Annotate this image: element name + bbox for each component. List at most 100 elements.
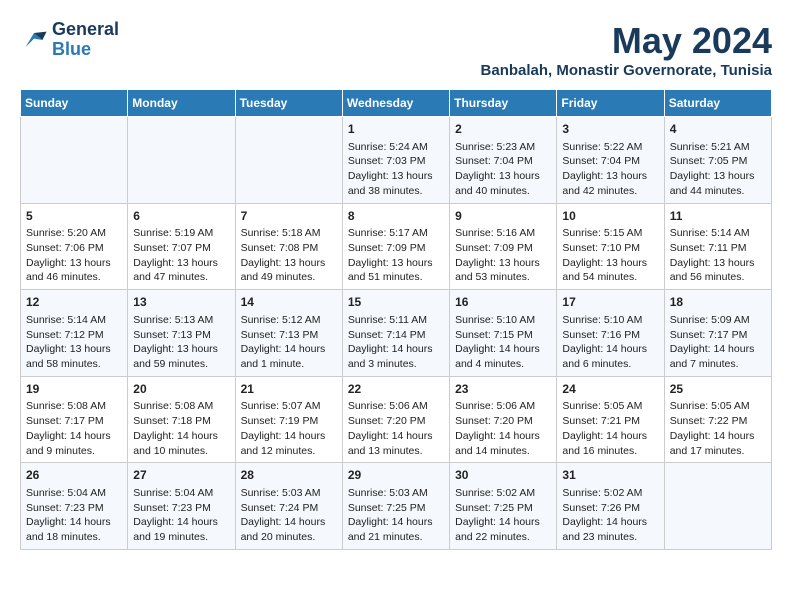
calendar-cell: 25Sunrise: 5:05 AMSunset: 7:22 PMDayligh… xyxy=(664,376,771,463)
day-info: Sunrise: 5:05 AMSunset: 7:21 PMDaylight:… xyxy=(562,399,658,458)
day-number: 16 xyxy=(455,294,551,311)
calendar-cell: 12 Sunrise: 5:14 AMSunset: 7:12 PMDayligh… xyxy=(21,290,128,377)
month-title: May 2024 xyxy=(481,20,772,62)
day-info: Sunrise: 5:11 AMSunset: 7:14 PMDaylight:… xyxy=(348,313,444,372)
day-info: Sunrise: 5:07 AMSunset: 7:19 PMDaylight:… xyxy=(241,399,337,458)
day-number: 24 xyxy=(562,381,658,398)
day-number: 13 xyxy=(133,294,229,311)
calendar-week-row: 1Sunrise: 5:24 AMSunset: 7:03 PMDaylight… xyxy=(21,117,772,204)
day-info: Sunrise: 5:05 AMSunset: 7:22 PMDaylight:… xyxy=(670,399,766,458)
day-number: 25 xyxy=(670,381,766,398)
day-number: 30 xyxy=(455,467,551,484)
calendar-cell xyxy=(21,117,128,204)
day-info: Sunrise: 5:10 AMSunset: 7:15 PMDaylight:… xyxy=(455,313,551,372)
weekday-header: Tuesday xyxy=(235,90,342,117)
day-info: Sunrise: 5:14 AMSunset: 7:12 PMDaylight:… xyxy=(26,313,122,372)
calendar-cell: 18 Sunrise: 5:09 AMSunset: 7:17 PMDayligh… xyxy=(664,290,771,377)
day-info: Sunrise: 5:14 AMSunset: 7:11 PMDaylight:… xyxy=(670,226,766,285)
calendar-cell: 24Sunrise: 5:05 AMSunset: 7:21 PMDayligh… xyxy=(557,376,664,463)
calendar-cell: 27Sunrise: 5:04 AMSunset: 7:23 PMDayligh… xyxy=(128,463,235,550)
day-info: Sunrise: 5:08 AMSunset: 7:17 PMDaylight:… xyxy=(26,399,122,458)
day-info: Sunrise: 5:10 AMSunset: 7:16 PMDaylight:… xyxy=(562,313,658,372)
day-info: Sunrise: 5:03 AMSunset: 7:24 PMDaylight:… xyxy=(241,486,337,545)
day-info: Sunrise: 5:19 AMSunset: 7:07 PMDaylight:… xyxy=(133,226,229,285)
day-number: 6 xyxy=(133,208,229,225)
day-info: Sunrise: 5:02 AMSunset: 7:26 PMDaylight:… xyxy=(562,486,658,545)
title-block: May 2024 Banbalah, Monastir Governorate,… xyxy=(481,20,772,79)
day-info: Sunrise: 5:18 AMSunset: 7:08 PMDaylight:… xyxy=(241,226,337,285)
day-info: Sunrise: 5:20 AMSunset: 7:06 PMDaylight:… xyxy=(26,226,122,285)
day-number: 17 xyxy=(562,294,658,311)
day-info: Sunrise: 5:13 AMSunset: 7:13 PMDaylight:… xyxy=(133,313,229,372)
day-number: 10 xyxy=(562,208,658,225)
day-info: Sunrise: 5:22 AMSunset: 7:04 PMDaylight:… xyxy=(562,140,658,199)
calendar-cell: 2Sunrise: 5:23 AMSunset: 7:04 PMDaylight… xyxy=(450,117,557,204)
logo-line2: Blue xyxy=(52,40,119,60)
day-info: Sunrise: 5:02 AMSunset: 7:25 PMDaylight:… xyxy=(455,486,551,545)
logo: General Blue xyxy=(20,20,119,60)
calendar-cell xyxy=(128,117,235,204)
day-number: 14 xyxy=(241,294,337,311)
day-info: Sunrise: 5:12 AMSunset: 7:13 PMDaylight:… xyxy=(241,313,337,372)
day-info: Sunrise: 5:08 AMSunset: 7:18 PMDaylight:… xyxy=(133,399,229,458)
weekday-header: Thursday xyxy=(450,90,557,117)
calendar-cell: 21Sunrise: 5:07 AMSunset: 7:19 PMDayligh… xyxy=(235,376,342,463)
calendar-cell: 31 Sunrise: 5:02 AMSunset: 7:26 PMDayligh… xyxy=(557,463,664,550)
day-number: 7 xyxy=(241,208,337,225)
day-number: 28 xyxy=(241,467,337,484)
day-number: 20 xyxy=(133,381,229,398)
calendar-cell: 4Sunrise: 5:21 AMSunset: 7:05 PMDaylight… xyxy=(664,117,771,204)
calendar-cell: 20Sunrise: 5:08 AMSunset: 7:18 PMDayligh… xyxy=(128,376,235,463)
day-info: Sunrise: 5:23 AMSunset: 7:04 PMDaylight:… xyxy=(455,140,551,199)
calendar-table: SundayMondayTuesdayWednesdayThursdayFrid… xyxy=(20,89,772,550)
calendar-cell: 13 Sunrise: 5:13 AMSunset: 7:13 PMDayligh… xyxy=(128,290,235,377)
weekday-header: Friday xyxy=(557,90,664,117)
calendar-cell: 6Sunrise: 5:19 AMSunset: 7:07 PMDaylight… xyxy=(128,203,235,290)
calendar-cell: 19Sunrise: 5:08 AMSunset: 7:17 PMDayligh… xyxy=(21,376,128,463)
day-number: 31 xyxy=(562,467,658,484)
calendar-week-row: 26Sunrise: 5:04 AMSunset: 7:23 PMDayligh… xyxy=(21,463,772,550)
day-info: Sunrise: 5:15 AMSunset: 7:10 PMDaylight:… xyxy=(562,226,658,285)
calendar-cell: 22Sunrise: 5:06 AMSunset: 7:20 PMDayligh… xyxy=(342,376,449,463)
day-number: 15 xyxy=(348,294,444,311)
calendar-cell: 28 Sunrise: 5:03 AMSunset: 7:24 PMDayligh… xyxy=(235,463,342,550)
day-number: 18 xyxy=(670,294,766,311)
weekday-header: Wednesday xyxy=(342,90,449,117)
calendar-cell: 17 Sunrise: 5:10 AMSunset: 7:16 PMDayligh… xyxy=(557,290,664,377)
calendar-cell: 1Sunrise: 5:24 AMSunset: 7:03 PMDaylight… xyxy=(342,117,449,204)
day-number: 11 xyxy=(670,208,766,225)
day-info: Sunrise: 5:04 AMSunset: 7:23 PMDaylight:… xyxy=(133,486,229,545)
calendar-cell: 23Sunrise: 5:06 AMSunset: 7:20 PMDayligh… xyxy=(450,376,557,463)
day-number: 12 xyxy=(26,294,122,311)
logo-icon xyxy=(20,26,48,54)
logo-line1: General xyxy=(52,20,119,40)
day-number: 23 xyxy=(455,381,551,398)
weekday-header: Sunday xyxy=(21,90,128,117)
calendar-cell xyxy=(235,117,342,204)
calendar-cell: 30 Sunrise: 5:02 AMSunset: 7:25 PMDayligh… xyxy=(450,463,557,550)
calendar-cell: 15 Sunrise: 5:11 AMSunset: 7:14 PMDayligh… xyxy=(342,290,449,377)
calendar-cell: 11Sunrise: 5:14 AMSunset: 7:11 PMDayligh… xyxy=(664,203,771,290)
day-number: 22 xyxy=(348,381,444,398)
calendar-cell xyxy=(664,463,771,550)
calendar-cell: 3Sunrise: 5:22 AMSunset: 7:04 PMDaylight… xyxy=(557,117,664,204)
calendar-cell: 16 Sunrise: 5:10 AMSunset: 7:15 PMDayligh… xyxy=(450,290,557,377)
day-number: 8 xyxy=(348,208,444,225)
day-number: 29 xyxy=(348,467,444,484)
day-number: 19 xyxy=(26,381,122,398)
day-info: Sunrise: 5:09 AMSunset: 7:17 PMDaylight:… xyxy=(670,313,766,372)
day-info: Sunrise: 5:24 AMSunset: 7:03 PMDaylight:… xyxy=(348,140,444,199)
day-number: 5 xyxy=(26,208,122,225)
calendar-cell: 9Sunrise: 5:16 AMSunset: 7:09 PMDaylight… xyxy=(450,203,557,290)
day-info: Sunrise: 5:06 AMSunset: 7:20 PMDaylight:… xyxy=(348,399,444,458)
calendar-week-row: 12 Sunrise: 5:14 AMSunset: 7:12 PMDayligh… xyxy=(21,290,772,377)
day-info: Sunrise: 5:21 AMSunset: 7:05 PMDaylight:… xyxy=(670,140,766,199)
weekday-header: Monday xyxy=(128,90,235,117)
weekday-header-row: SundayMondayTuesdayWednesdayThursdayFrid… xyxy=(21,90,772,117)
day-info: Sunrise: 5:04 AMSunset: 7:23 PMDaylight:… xyxy=(26,486,122,545)
day-number: 21 xyxy=(241,381,337,398)
day-number: 9 xyxy=(455,208,551,225)
calendar-week-row: 19Sunrise: 5:08 AMSunset: 7:17 PMDayligh… xyxy=(21,376,772,463)
calendar-cell: 5Sunrise: 5:20 AMSunset: 7:06 PMDaylight… xyxy=(21,203,128,290)
weekday-header: Saturday xyxy=(664,90,771,117)
